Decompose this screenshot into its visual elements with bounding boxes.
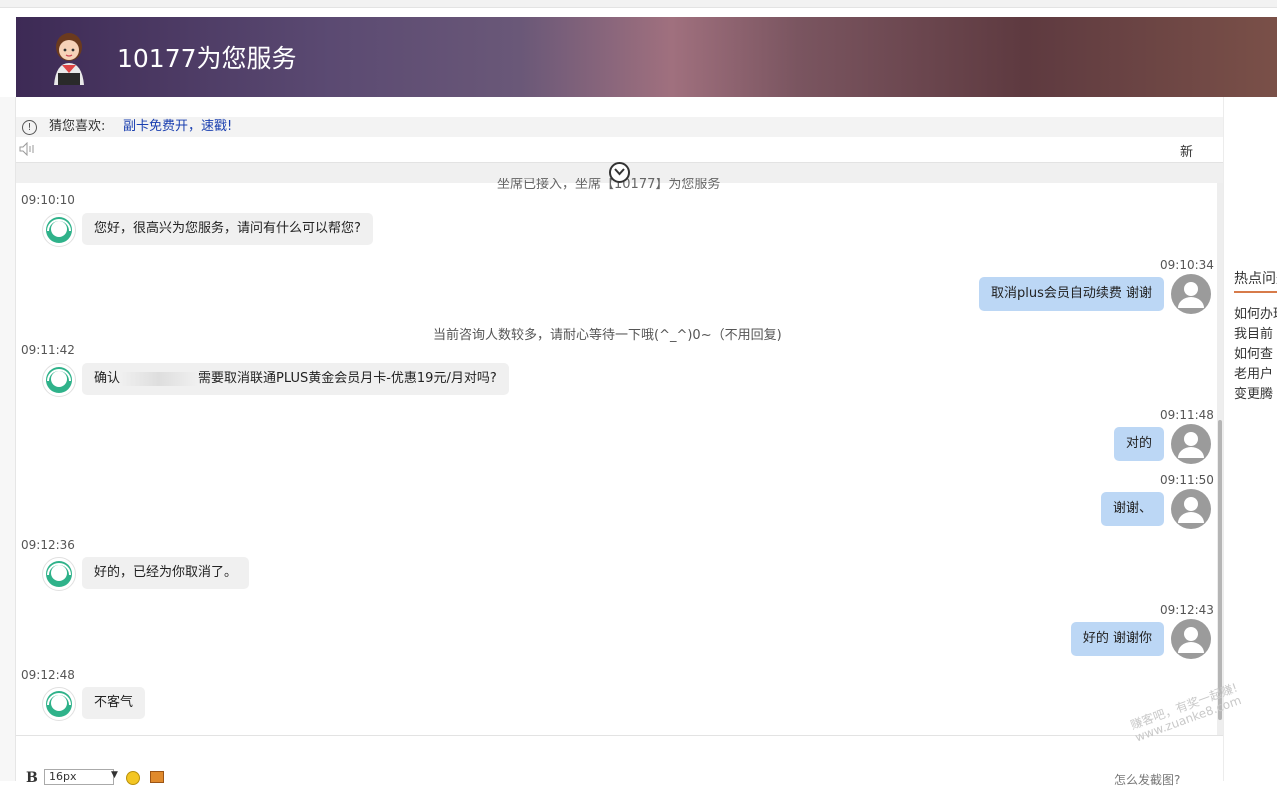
- suggestion-label: 猜您喜欢:: [49, 119, 106, 134]
- message-timestamp: 09:11:42: [21, 343, 75, 357]
- message-timestamp: 09:11:50: [1160, 473, 1214, 487]
- editor-toolbar: B 16px ▼ 怎么发截图?: [16, 765, 1223, 787]
- user-message: 取消plus会员自动续费 谢谢: [978, 277, 1164, 311]
- browser-top-border: [0, 0, 1277, 8]
- agent-message: 确认 需要取消联通PLUS黄金会员月卡-优惠19元/月对吗?: [82, 363, 509, 395]
- message-prefix: 确认: [94, 371, 121, 386]
- user-avatar: [1171, 489, 1211, 529]
- chevron-down-icon[interactable]: [609, 162, 630, 183]
- hot-question-item[interactable]: 如何办理: [1234, 303, 1277, 322]
- customer-service-avatar-icon: [46, 27, 92, 87]
- user-avatar: [1171, 619, 1211, 659]
- speaker-icon[interactable]: [19, 141, 35, 160]
- emoji-icon[interactable]: [126, 771, 140, 785]
- agent-message: 好的，已经为你取消了。: [82, 557, 250, 589]
- agent-message: 不客气: [82, 687, 146, 719]
- screenshot-help-link[interactable]: 怎么发截图?: [1114, 771, 1180, 788]
- hot-question-item[interactable]: 我目前: [1234, 323, 1277, 342]
- message-timestamp: 09:12:36: [21, 538, 75, 552]
- chat-scrollbar-thumb[interactable]: [1218, 420, 1222, 720]
- font-size-select[interactable]: 16px: [44, 769, 114, 785]
- system-message: 当前咨询人数较多，请耐心等待一下哦(^_^)0~（不用回复): [433, 328, 782, 343]
- info-icon: !: [22, 120, 37, 135]
- hot-question-item[interactable]: 变更腾: [1234, 383, 1277, 402]
- user-message: 谢谢、: [1100, 492, 1164, 526]
- user-avatar: [1171, 274, 1211, 314]
- message-timestamp: 09:11:48: [1160, 408, 1214, 422]
- chat-header: 10177为您服务: [16, 17, 1277, 97]
- suggestion-link[interactable]: 副卡免费开，速戳!: [123, 117, 232, 137]
- user-message: 对的: [1113, 427, 1164, 461]
- hot-question-item[interactable]: 老用户: [1234, 363, 1277, 382]
- agent-avatar: [42, 213, 76, 247]
- image-upload-icon[interactable]: [150, 771, 164, 783]
- message-timestamp: 09:12:43: [1160, 603, 1214, 617]
- user-message: 好的 谢谢你: [1070, 622, 1164, 656]
- user-avatar: [1171, 424, 1211, 464]
- new-label[interactable]: 新: [1180, 141, 1193, 160]
- message-timestamp: 09:12:48: [21, 668, 75, 682]
- message-suffix: 需要取消联通PLUS黄金会员月卡-优惠19元/月对吗?: [198, 371, 497, 386]
- message-timestamp: 09:10:34: [1160, 258, 1214, 272]
- sound-row: 新: [16, 137, 1223, 163]
- dropdown-arrow-icon[interactable]: ▼: [111, 770, 118, 780]
- header-title: 10177为您服务: [117, 44, 297, 73]
- agent-message: 您好，很高兴为您服务，请问有什么可以帮您?: [82, 213, 373, 245]
- chat-log: 09:10:10 您好，很高兴为您服务，请问有什么可以帮您? 09:10:34 …: [16, 183, 1217, 735]
- suggestion-bar: ! 猜您喜欢: 副卡免费开，速戳!: [16, 117, 1223, 137]
- hot-questions-title: 热点问题: [1234, 268, 1277, 293]
- bold-button[interactable]: B: [26, 770, 38, 786]
- agent-avatar: [42, 557, 76, 591]
- left-strip: [0, 97, 16, 781]
- agent-avatar: [42, 687, 76, 721]
- hot-questions-panel: [1223, 97, 1277, 781]
- redacted-number: [120, 371, 199, 386]
- hot-question-item[interactable]: 如何查: [1234, 343, 1277, 362]
- message-timestamp: 09:10:10: [21, 193, 75, 207]
- agent-avatar: [42, 363, 76, 397]
